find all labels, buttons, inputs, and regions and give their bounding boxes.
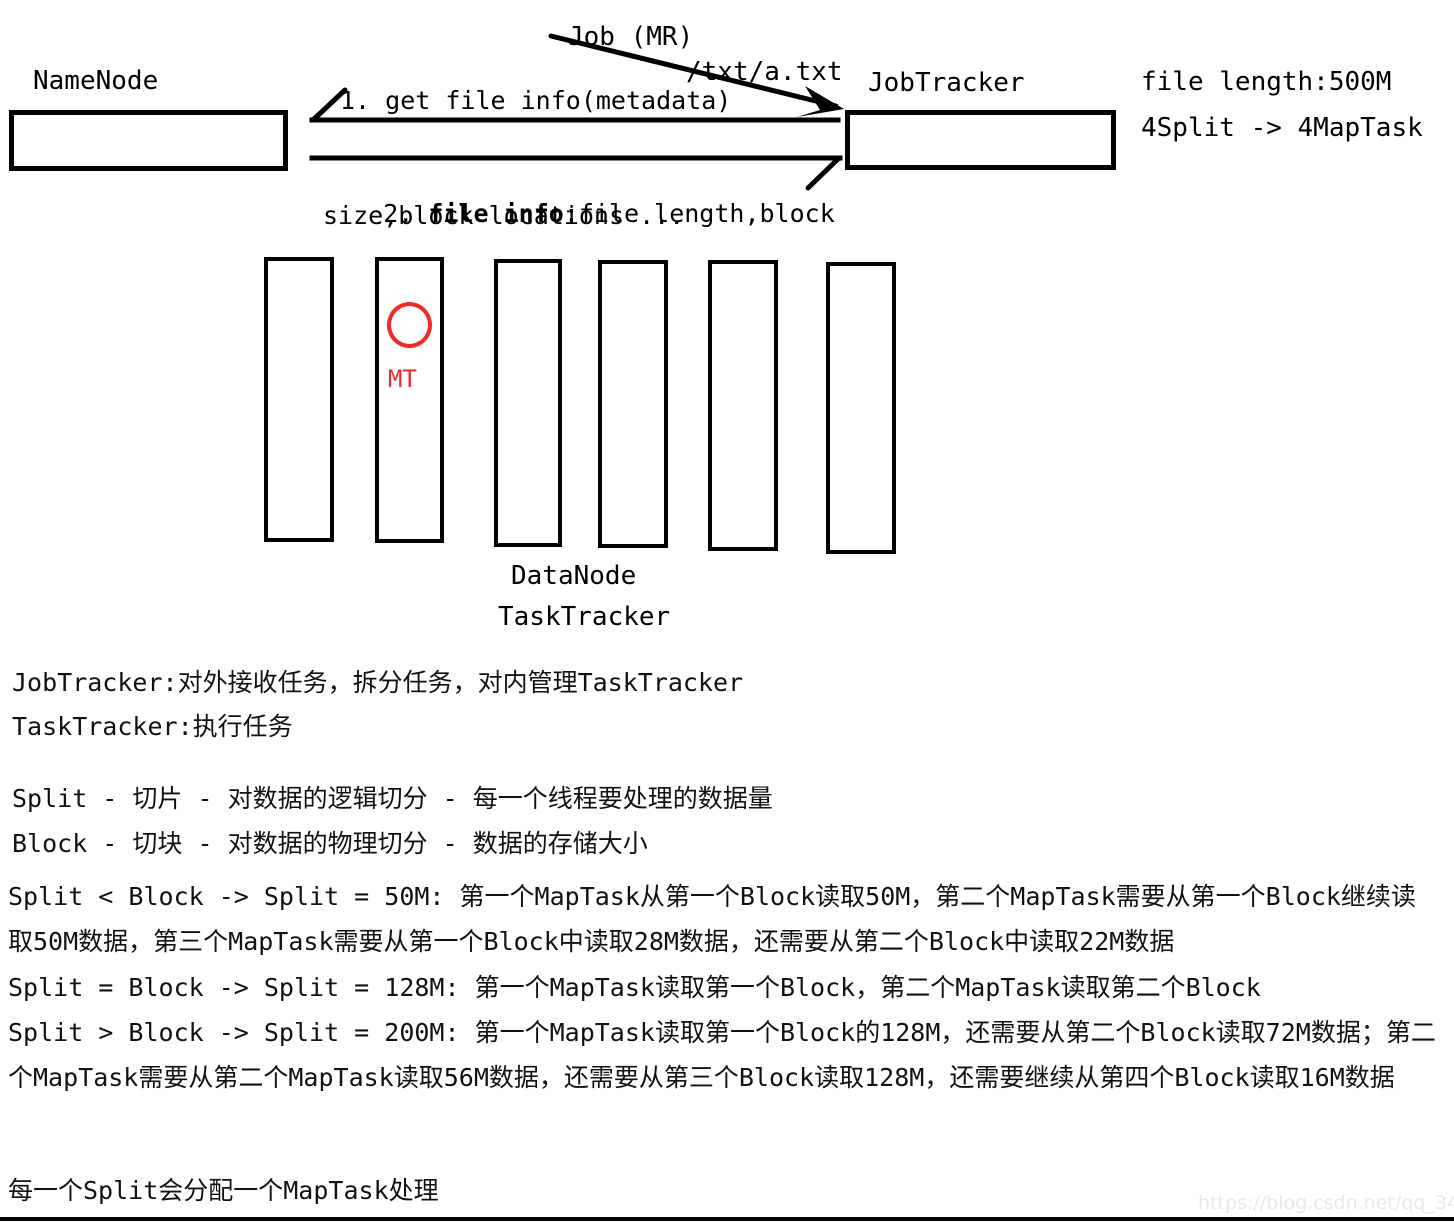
- note-block-definition: Block - 切块 - 对数据的物理切分 - 数据的存储大小: [12, 829, 648, 858]
- datanode-box-6[interactable]: [826, 262, 896, 554]
- note-case-split-less-than-block: Split < Block -> Split = 50M: 第一个MapTask…: [8, 882, 1416, 956]
- file-length-annotation: file length:500M: [1141, 67, 1392, 97]
- note-case-split-greater-than-block: Split > Block -> Split = 200M: 第一个MapTas…: [8, 1018, 1436, 1092]
- datanode-box-5[interactable]: [708, 260, 778, 551]
- message-2-text-line2: size,block locations ...: [323, 201, 685, 230]
- datanode-box-3[interactable]: [494, 259, 562, 547]
- diagram-canvas: NameNode JobTracker Job (MR) /txt/a.txt …: [0, 0, 1454, 1228]
- datanode-box-4[interactable]: [598, 260, 668, 548]
- jobtracker-box[interactable]: [845, 110, 1116, 170]
- tasktracker-caption: TaskTracker: [498, 602, 671, 632]
- job-path-label: /txt/a.txt: [686, 57, 843, 87]
- split-maptask-annotation: 4Split -> 4MapTask: [1141, 113, 1423, 143]
- datanode-caption: DataNode: [511, 561, 637, 591]
- datanode-box-1[interactable]: [264, 257, 334, 542]
- note-jobtracker-role: JobTracker:对外接收任务，拆分任务，对内管理TaskTracker: [12, 668, 744, 697]
- maptask-circle-icon: [387, 302, 432, 348]
- job-mr-label: Job (MR): [568, 22, 694, 52]
- bottom-divider: [0, 1217, 1454, 1221]
- note-split-definition: Split - 切片 - 对数据的逻辑切分 - 每一个线程要处理的数据量: [12, 784, 773, 813]
- note-tasktracker-role: TaskTracker:执行任务: [12, 712, 293, 741]
- namenode-label: NameNode: [33, 66, 159, 96]
- message-1-text: 1. get file info(metadata): [340, 86, 732, 115]
- watermark-url: https://blog.csdn.net/qq_34352013: [1198, 1192, 1454, 1214]
- jobtracker-label: JobTracker: [868, 68, 1025, 98]
- namenode-box[interactable]: [9, 110, 288, 171]
- maptask-label: MT: [388, 365, 417, 393]
- datanode-box-2[interactable]: [375, 257, 444, 543]
- note-case-split-equals-block: Split = Block -> Split = 128M: 第一个MapTas…: [8, 973, 1261, 1002]
